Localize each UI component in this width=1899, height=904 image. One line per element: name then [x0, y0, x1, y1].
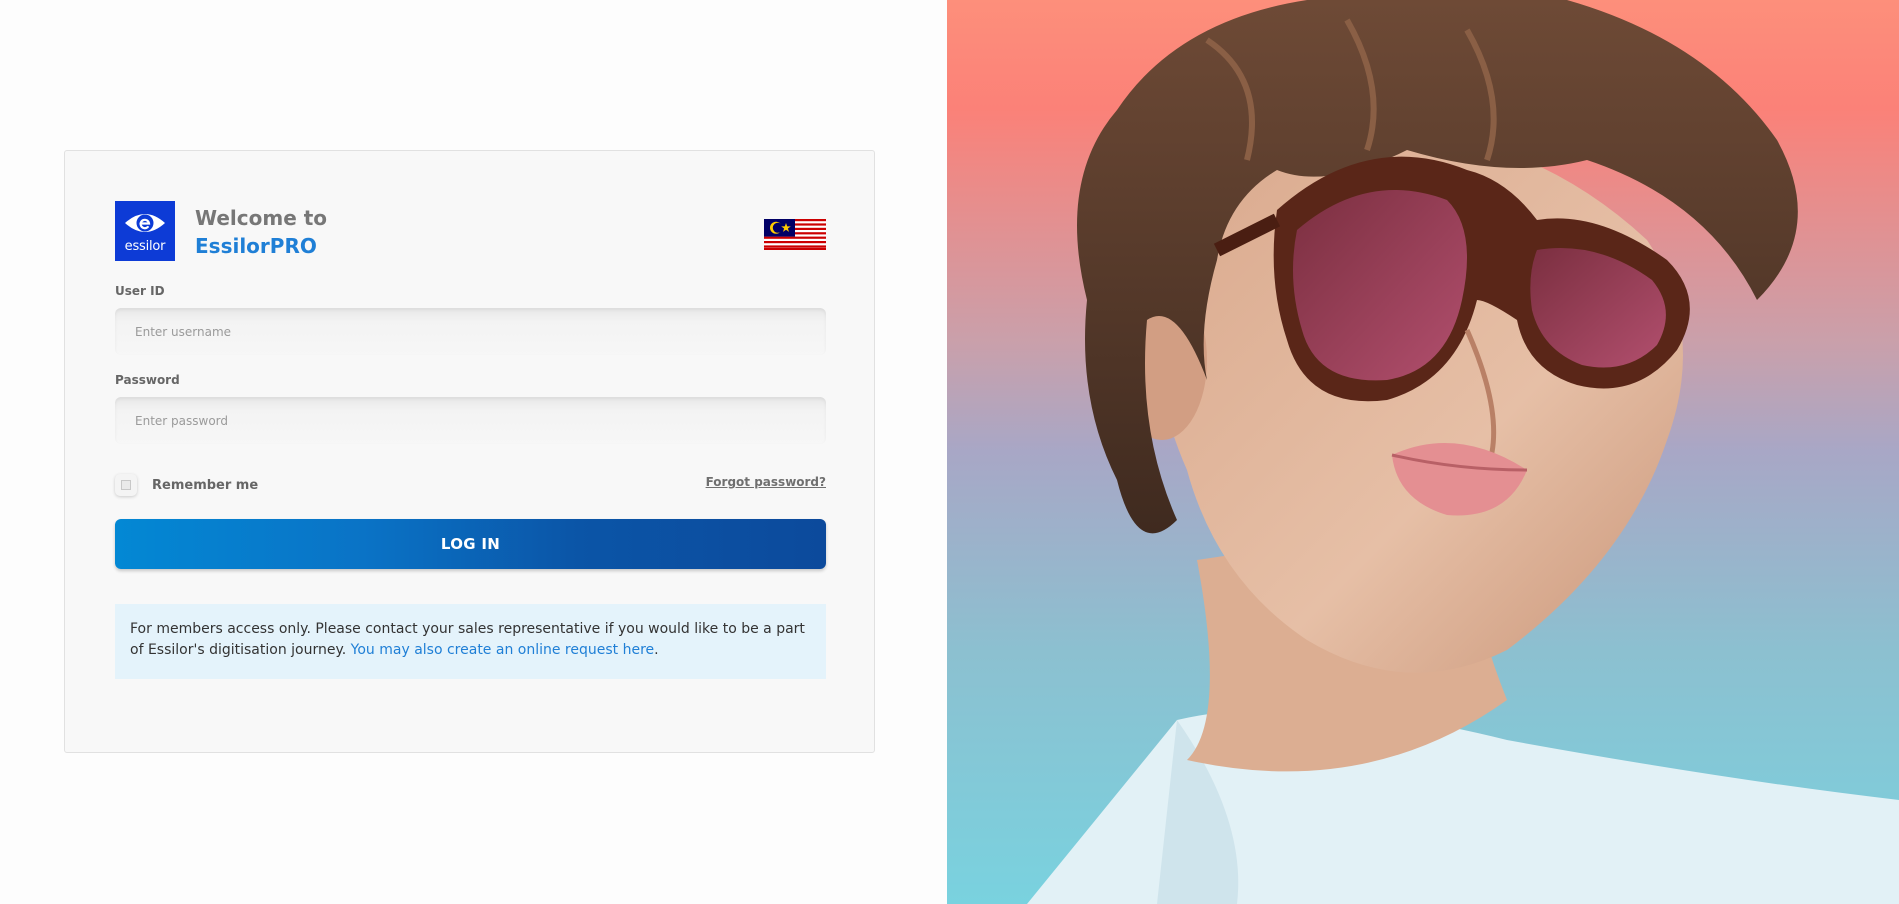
login-card: essilor Welcome to EssilorPRO User ID En… — [64, 150, 875, 753]
eye-logo-icon — [125, 214, 165, 232]
remember-me-checkbox[interactable] — [115, 474, 137, 496]
password-field-wrapper — [115, 397, 826, 444]
password-label: Password — [115, 373, 180, 387]
brand-header: essilor Welcome to EssilorPRO — [115, 201, 826, 263]
hero-image-panel — [947, 0, 1899, 904]
malaysia-flag-icon[interactable] — [764, 219, 826, 250]
user-id-label: User ID — [115, 284, 165, 298]
members-notice: For members access only. Please contact … — [115, 604, 826, 679]
notice-suffix: . — [654, 642, 659, 658]
user-id-input[interactable] — [115, 308, 826, 355]
user-id-field-wrapper — [115, 308, 826, 355]
remember-me-label[interactable]: Remember me — [152, 478, 258, 493]
forgot-password-link[interactable]: Forgot password? — [706, 475, 826, 489]
logo-wordmark: essilor — [124, 239, 166, 254]
welcome-heading: Welcome to EssilorPRO — [195, 204, 327, 260]
woman-with-sunglasses-photo — [1027, 0, 1899, 904]
online-request-link[interactable]: You may also create an online request he… — [351, 642, 654, 658]
login-options-row: Remember me Forgot password? — [115, 470, 826, 500]
login-card-content: essilor Welcome to EssilorPRO User ID En… — [115, 201, 826, 679]
login-page: essilor Welcome to EssilorPRO User ID En… — [0, 0, 1899, 904]
product-name: EssilorPRO — [195, 234, 317, 258]
left-panel: essilor Welcome to EssilorPRO User ID En… — [0, 0, 947, 904]
welcome-line: Welcome to — [195, 206, 328, 230]
password-input[interactable] — [115, 397, 826, 444]
login-button[interactable]: LOG IN — [115, 519, 826, 569]
essilor-logo: essilor — [115, 201, 175, 261]
